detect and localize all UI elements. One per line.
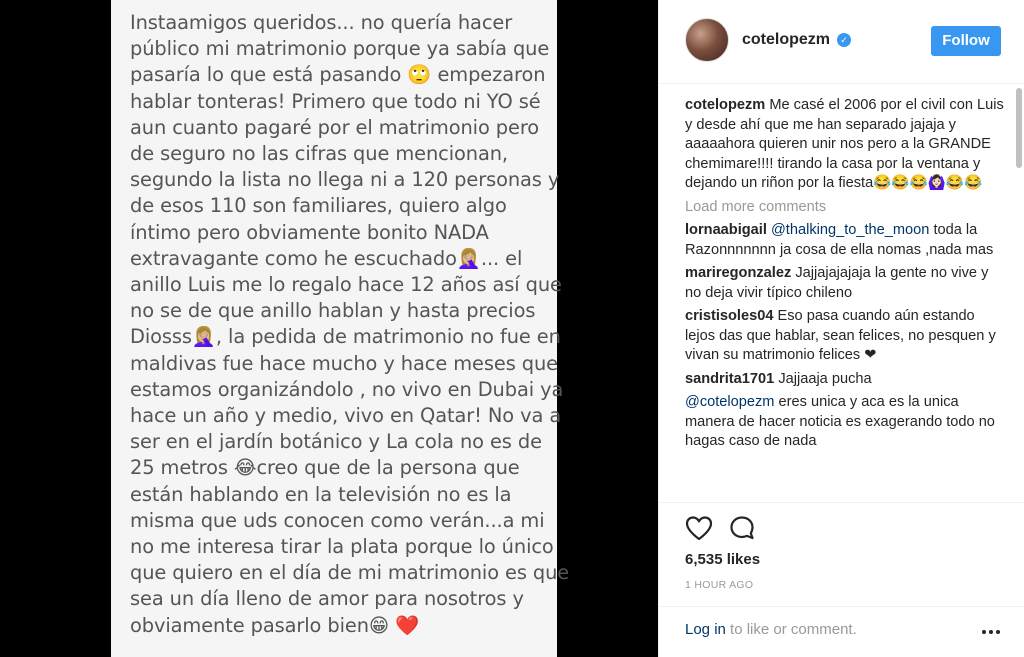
comments-list[interactable]: cotelopezm Me casé el 2006 por el civil … [685,96,1005,502]
photo-text-line: público mi matrimonio porque ya sabía qu… [130,37,550,61]
photo-text-line: de seguro no las cifras que mencionan, [130,142,508,166]
comment-username[interactable]: sandrita1701 [685,371,774,387]
photo-text-line: están hablando en la televisión no es la [130,482,512,506]
avatar[interactable] [685,18,729,62]
photo-text-line: íntimo pero obviamente bonito NADA [130,220,489,244]
caption-username[interactable]: cotelopezm [685,97,765,113]
post-footer: Log in to like or comment. [659,606,1024,657]
post-timestamp[interactable]: 1 HOUR AGO [685,579,753,591]
photo-text-line: ser en el jardín botánico y La cola no e… [130,430,542,454]
scrollbar-thumb[interactable] [1016,88,1022,168]
verified-badge-icon: ✓ [837,33,851,47]
photo-text-line: segundo la lista no llega ni a 120 perso… [130,168,560,192]
photo-text-line: no me interesa tirar la plata porque lo … [130,535,554,559]
photo-text-line: de esos 110 son familiares, quiero algo [130,194,507,218]
comment-mention-link[interactable]: @thalking_to_the_moon [771,222,929,238]
photo-text-line: extravagante como he escuchado🤦🏼‍♀️... e… [130,246,523,270]
comments-scrollbar[interactable] [1015,88,1023,502]
photo-text-line: obviamente pasarlo bien😁 ❤️ [130,613,420,637]
photo-text-line: 25 metros 😂creo que de la persona que [130,456,520,480]
comment-item: cristisoles04 Eso pasa cuando aún estand… [685,307,1005,366]
post-side-panel: cotelopezm ✓ Follow cotelopezm Me casé e… [658,0,1024,657]
load-more-comments-button[interactable]: Load more comments [685,198,1005,218]
comment-item: @cotelopezm eres unica y aca es la unica… [685,393,1005,452]
photo-text-line: Diosss🤦🏼‍♀️, la pedida de matrimonio no … [130,325,561,349]
header-username[interactable]: cotelopezm [742,31,830,49]
post-actions: 6,535 likes 1 HOUR AGO [659,502,1024,602]
login-prompt-text: to like or comment. [725,621,857,638]
login-link[interactable]: Log in [685,621,726,638]
comment-item: mariregonzalez Jajjajajajaja la gente no… [685,264,1005,303]
photo-text-line: sea un día lleno de amor para nosotros y [130,587,524,611]
post-photo: Instaamigos queridos... no quería hacer p… [111,0,570,657]
photo-text-line: aun cuanto pagaré por el matrimonio pero [130,115,540,139]
photo-text-line: pasaría lo que está pasando 🙄 empezaron [130,63,546,87]
photo-text-block: Instaamigos queridos... no quería hacer p… [130,10,570,639]
photo-text-line: hace un año y medio, vivo en Qatar! No v… [130,404,562,428]
more-options-icon[interactable] [981,629,1001,635]
photo-text-line: que quiero en el día de mi matrimonio es… [130,561,570,585]
follow-button[interactable]: Follow [931,26,1001,56]
comment-item: lornaabigail @thalking_to_the_moon toda … [685,221,1005,260]
post-image-area: Instaamigos queridos... no quería hacer p… [0,0,658,657]
photo-text-line: no se de que anillo hablan y hasta preci… [130,299,536,323]
photo-text-line: maldivas fue hace mucho y hace meses que [130,351,558,375]
heart-icon[interactable] [685,515,713,541]
photo-text-line: estamos organizándolo , no vivo en Dubai… [130,377,564,401]
likes-count[interactable]: 6,535 likes [685,551,760,568]
comment-username[interactable]: mariregonzalez [685,265,791,281]
comment-mention-link[interactable]: @cotelopezm [685,394,774,410]
comment-username[interactable]: cristisoles04 [685,308,773,324]
photo-text-line: misma que uds conocen como verán...a mi [130,508,545,532]
post-header: cotelopezm ✓ Follow [659,0,1024,84]
comment-username[interactable]: lornaabigail [685,222,767,238]
comment-bubble-icon[interactable] [729,515,755,541]
caption: cotelopezm Me casé el 2006 por el civil … [685,96,1005,194]
photo-text-line: hablar tonteras! Primero que todo ni YO … [130,89,541,113]
comment-text: Jajjaaja pucha [778,370,872,387]
photo-text-line: Instaamigos queridos... no quería hacer [130,11,513,34]
login-prompt: Log in to like or comment. [685,621,857,638]
comment-item: sandrita1701 Jajjaaja pucha [685,370,1005,390]
photo-text-line: anillo Luis me lo regalo hace 12 años as… [130,273,562,297]
